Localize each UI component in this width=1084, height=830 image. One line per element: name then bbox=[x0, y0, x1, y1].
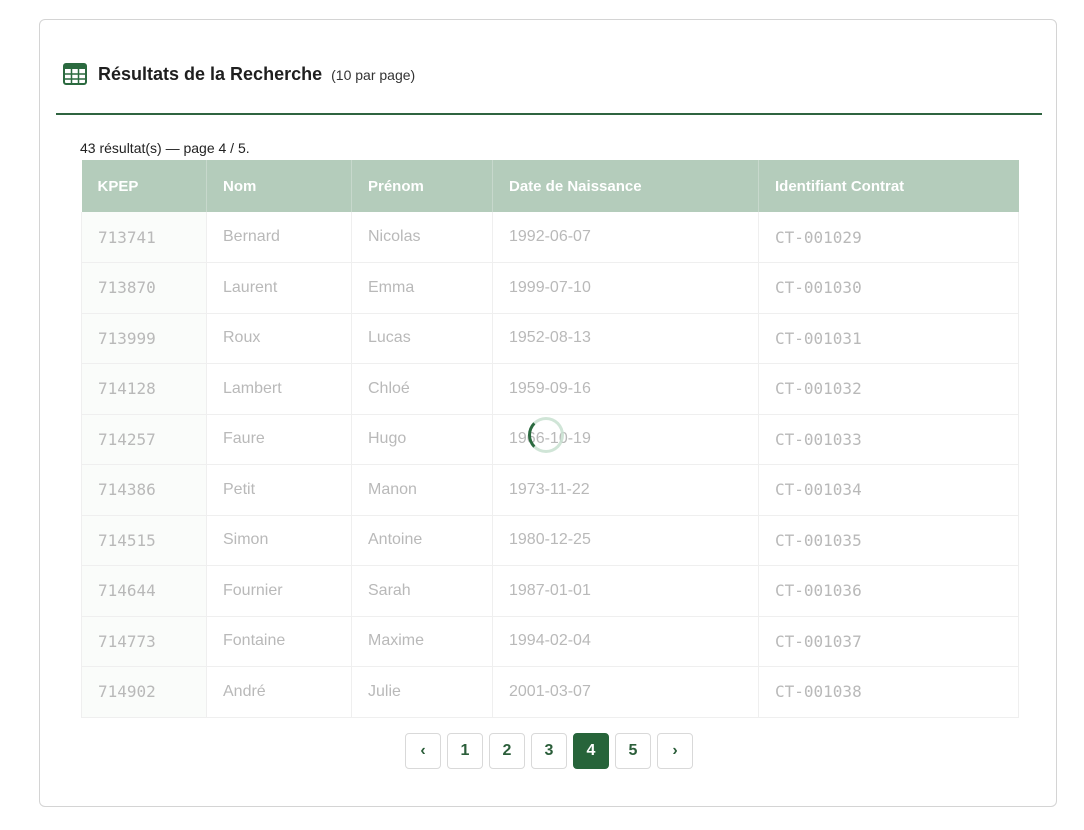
cell-nom: Fontaine bbox=[206, 616, 352, 667]
cell-date-naissance: 1994-02-04 bbox=[492, 616, 759, 667]
table-row[interactable]: 713870 Laurent Emma 1999-07-10 CT-001030 bbox=[81, 262, 1019, 314]
cell-prenom: Hugo bbox=[351, 414, 493, 465]
cell-date-naissance: 2001-03-07 bbox=[492, 666, 759, 718]
pagination: ‹ 1 2 3 4 5 › bbox=[405, 733, 693, 769]
cell-kpep: 714902 bbox=[81, 666, 207, 718]
column-header-prenom[interactable]: Prénom bbox=[351, 160, 493, 212]
table-row[interactable]: 714386 Petit Manon 1973-11-22 CT-001034 bbox=[81, 464, 1019, 516]
table-row[interactable]: 713741 Bernard Nicolas 1992-06-07 CT-001… bbox=[81, 212, 1019, 263]
cell-date-naissance: 1952-08-13 bbox=[492, 313, 759, 364]
column-header-nom[interactable]: Nom bbox=[206, 160, 352, 212]
cell-prenom: Chloé bbox=[351, 363, 493, 415]
cell-prenom: Manon bbox=[351, 464, 493, 516]
cell-date-naissance: 1999-07-10 bbox=[492, 262, 759, 314]
cell-kpep: 714644 bbox=[81, 565, 207, 617]
table-row[interactable]: 714773 Fontaine Maxime 1994-02-04 CT-001… bbox=[81, 616, 1019, 667]
cell-nom: Laurent bbox=[206, 262, 352, 314]
result-summary: 43 résultat(s) — page 4 / 5. bbox=[80, 140, 250, 156]
title-text: Résultats de la Recherche bbox=[98, 64, 323, 84]
table-row[interactable]: 714128 Lambert Chloé 1959-09-16 CT-00103… bbox=[81, 363, 1019, 415]
title-subtitle: (10 par page) bbox=[331, 67, 416, 83]
cell-nom: Petit bbox=[206, 464, 352, 516]
cell-kpep: 714773 bbox=[81, 616, 207, 667]
table-row[interactable]: 714644 Fournier Sarah 1987-01-01 CT-0010… bbox=[81, 565, 1019, 617]
cell-identifiant-contrat: CT-001031 bbox=[758, 313, 1019, 364]
page-button-4-current[interactable]: 4 bbox=[573, 733, 609, 769]
cell-prenom: Antoine bbox=[351, 515, 493, 566]
cell-date-naissance: 1987-01-01 bbox=[492, 565, 759, 617]
cell-identifiant-contrat: CT-001033 bbox=[758, 414, 1019, 465]
cell-nom: Fournier bbox=[206, 565, 352, 617]
column-header-identifiant-contrat[interactable]: Identifiant Contrat bbox=[758, 160, 1019, 212]
cell-date-naissance: 1973-11-22 bbox=[492, 464, 759, 516]
cell-prenom: Maxime bbox=[351, 616, 493, 667]
cell-kpep: 713870 bbox=[81, 262, 207, 314]
cell-nom: Simon bbox=[206, 515, 352, 566]
page-title: Résultats de la Recherche (10 par page) bbox=[98, 64, 415, 85]
cell-kpep: 714257 bbox=[81, 414, 207, 465]
cell-kpep: 714515 bbox=[81, 515, 207, 566]
cell-nom: André bbox=[206, 666, 352, 718]
results-card: Résultats de la Recherche (10 par page) … bbox=[39, 19, 1057, 807]
column-header-date-naissance[interactable]: Date de Naissance bbox=[492, 160, 759, 212]
cell-identifiant-contrat: CT-001032 bbox=[758, 363, 1019, 415]
page-button-2[interactable]: 2 bbox=[489, 733, 525, 769]
cell-nom: Lambert bbox=[206, 363, 352, 415]
cell-kpep: 713741 bbox=[81, 212, 207, 263]
page-button-5[interactable]: 5 bbox=[615, 733, 651, 769]
table-header-row: KPEP Nom Prénom Date de Naissance Identi… bbox=[81, 160, 1019, 212]
cell-kpep: 714386 bbox=[81, 464, 207, 516]
column-header-kpep[interactable]: KPEP bbox=[81, 160, 207, 212]
cell-prenom: Sarah bbox=[351, 565, 493, 617]
cell-identifiant-contrat: CT-001037 bbox=[758, 616, 1019, 667]
cell-prenom: Emma bbox=[351, 262, 493, 314]
cell-kpep: 713999 bbox=[81, 313, 207, 364]
cell-nom: Faure bbox=[206, 414, 352, 465]
page-button-3[interactable]: 3 bbox=[531, 733, 567, 769]
cell-prenom: Nicolas bbox=[351, 212, 493, 263]
table-row[interactable]: 713999 Roux Lucas 1952-08-13 CT-001031 bbox=[81, 313, 1019, 364]
prev-page-button[interactable]: ‹ bbox=[405, 733, 441, 769]
cell-nom: Bernard bbox=[206, 212, 352, 263]
cell-identifiant-contrat: CT-001034 bbox=[758, 464, 1019, 516]
cell-date-naissance: 1959-09-16 bbox=[492, 363, 759, 415]
page-button-1[interactable]: 1 bbox=[447, 733, 483, 769]
cell-identifiant-contrat: CT-001035 bbox=[758, 515, 1019, 566]
cell-date-naissance: 1980-12-25 bbox=[492, 515, 759, 566]
cell-identifiant-contrat: CT-001036 bbox=[758, 565, 1019, 617]
cell-nom: Roux bbox=[206, 313, 352, 364]
cell-prenom: Lucas bbox=[351, 313, 493, 364]
cell-identifiant-contrat: CT-001029 bbox=[758, 212, 1019, 263]
cell-prenom: Julie bbox=[351, 666, 493, 718]
cell-identifiant-contrat: CT-001038 bbox=[758, 666, 1019, 718]
cell-date-naissance: 1992-06-07 bbox=[492, 212, 759, 263]
table-row[interactable]: 714902 André Julie 2001-03-07 CT-001038 bbox=[81, 666, 1019, 718]
table-icon bbox=[63, 63, 87, 85]
loading-spinner-icon bbox=[528, 417, 564, 453]
cell-kpep: 714128 bbox=[81, 363, 207, 415]
next-page-button[interactable]: › bbox=[657, 733, 693, 769]
cell-identifiant-contrat: CT-001030 bbox=[758, 262, 1019, 314]
table-row[interactable]: 714515 Simon Antoine 1980-12-25 CT-00103… bbox=[81, 515, 1019, 566]
